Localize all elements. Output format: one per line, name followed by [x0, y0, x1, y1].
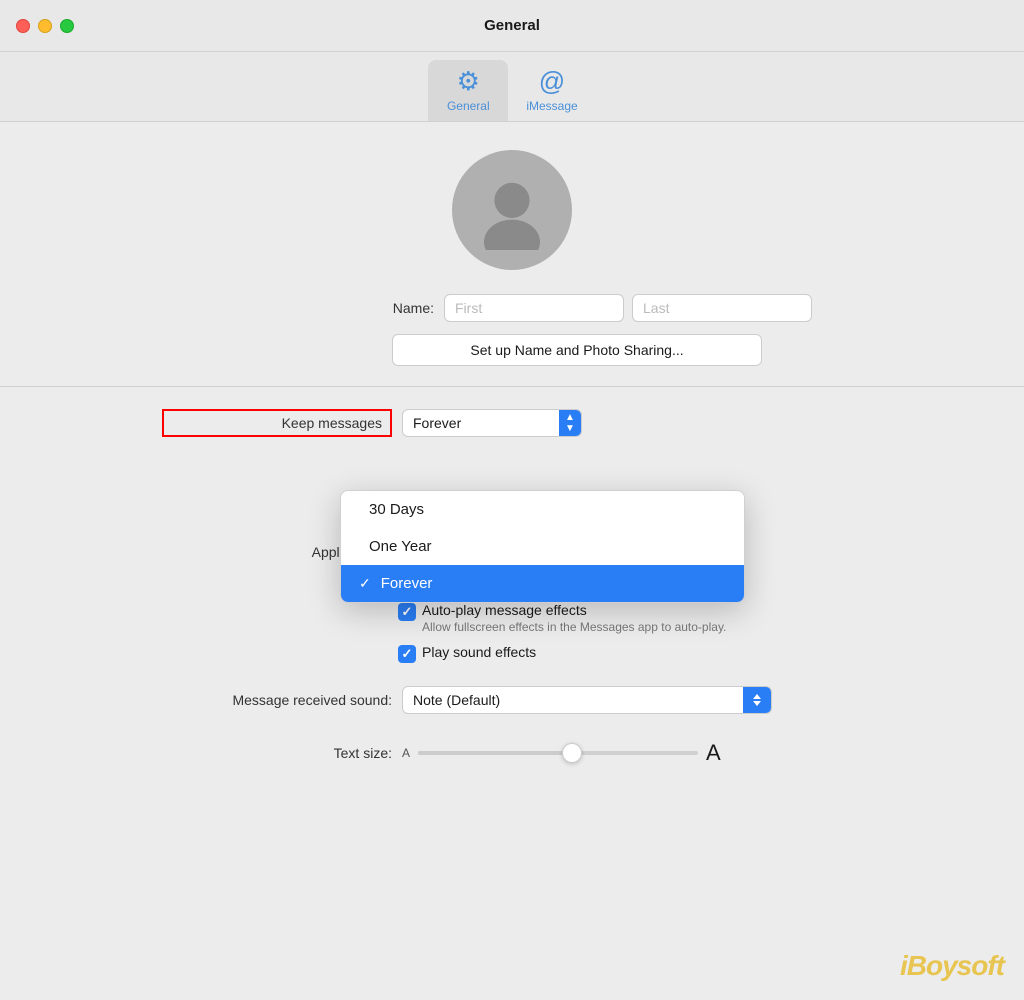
- avatar-icon: [472, 170, 552, 250]
- checkbox-sound-effects-label: Play sound effects: [422, 644, 536, 660]
- avatar[interactable]: [452, 150, 572, 270]
- text-size-label: Text size:: [162, 745, 392, 761]
- setup-row: Set up Name and Photo Sharing...: [212, 334, 812, 366]
- keep-messages-label: Keep messages: [162, 409, 392, 437]
- sound-row: Message received sound: Note (Default): [162, 686, 862, 714]
- watermark-suffix: Boysoft: [907, 950, 1004, 981]
- text-size-large-a: A: [706, 740, 721, 766]
- divider-1: [0, 386, 1024, 387]
- name-label: Name:: [354, 300, 434, 316]
- slider-fill: [418, 751, 572, 755]
- checkbox-row-4: ✓ Play sound effects: [162, 639, 862, 668]
- form-area: Name: Set up Name and Photo Sharing... K…: [0, 294, 1024, 766]
- sound-label: Message received sound:: [162, 692, 392, 708]
- keep-messages-dropdown[interactable]: 30 Days One Year ✓ Forever: [340, 490, 745, 603]
- gear-icon: ⚙: [457, 66, 480, 97]
- checkbox-autoplay-sub: Allow fullscreen effects in the Messages…: [422, 620, 726, 634]
- tab-general[interactable]: ⚙ General: [428, 60, 508, 121]
- name-inputs: [444, 294, 812, 322]
- checkbox-autoplay-label: Auto-play message effects: [422, 602, 726, 618]
- minimize-button[interactable]: [38, 19, 52, 33]
- titlebar: General: [0, 0, 1024, 52]
- arrow-up-icon: [753, 694, 761, 699]
- watermark-prefix: i: [900, 950, 907, 981]
- slider-container: A A: [402, 740, 721, 766]
- name-row: Name:: [212, 294, 812, 322]
- checkbox-autoplay[interactable]: ✓: [398, 603, 416, 621]
- dropdown-item-30days[interactable]: 30 Days: [341, 491, 744, 528]
- tab-imessage[interactable]: @ iMessage: [508, 60, 595, 121]
- maximize-button[interactable]: [60, 19, 74, 33]
- text-size-row: Text size: A A: [162, 740, 862, 766]
- avatar-container: [452, 150, 572, 270]
- setup-button[interactable]: Set up Name and Photo Sharing...: [392, 334, 762, 366]
- text-size-slider[interactable]: [418, 751, 698, 755]
- watermark: iBoysoft: [900, 950, 1004, 982]
- checkbox-row-3: ✓ Auto-play message effects Allow fullsc…: [162, 597, 862, 639]
- sound-select[interactable]: Note (Default): [402, 686, 772, 714]
- window-title: General: [484, 17, 540, 34]
- close-button[interactable]: [16, 19, 30, 33]
- tab-general-label: General: [447, 99, 490, 113]
- dropdown-item-forever[interactable]: ✓ Forever: [341, 565, 744, 602]
- last-name-input[interactable]: [632, 294, 812, 322]
- keep-messages-row: Keep messages Forever ▲▼: [162, 409, 862, 437]
- tab-imessage-label: iMessage: [526, 99, 577, 113]
- sound-select-value: Note (Default): [403, 692, 743, 708]
- dropdown-item-oneyear[interactable]: One Year: [341, 528, 744, 565]
- main-content: Name: Set up Name and Photo Sharing... K…: [0, 122, 1024, 786]
- keep-messages-arrow: ▲▼: [559, 409, 581, 437]
- text-size-small-a: A: [402, 746, 410, 760]
- arrow-down-icon: [753, 701, 761, 706]
- keep-messages-select[interactable]: Forever ▲▼: [402, 409, 582, 437]
- at-icon: @: [539, 66, 565, 97]
- window-controls: [16, 19, 74, 33]
- slider-thumb[interactable]: [562, 743, 582, 763]
- keep-messages-value: Forever: [403, 415, 559, 431]
- sound-select-arrow[interactable]: [743, 686, 771, 714]
- checkbox-sound-effects[interactable]: ✓: [398, 645, 416, 663]
- first-name-input[interactable]: [444, 294, 624, 322]
- toolbar: ⚙ General @ iMessage: [0, 52, 1024, 122]
